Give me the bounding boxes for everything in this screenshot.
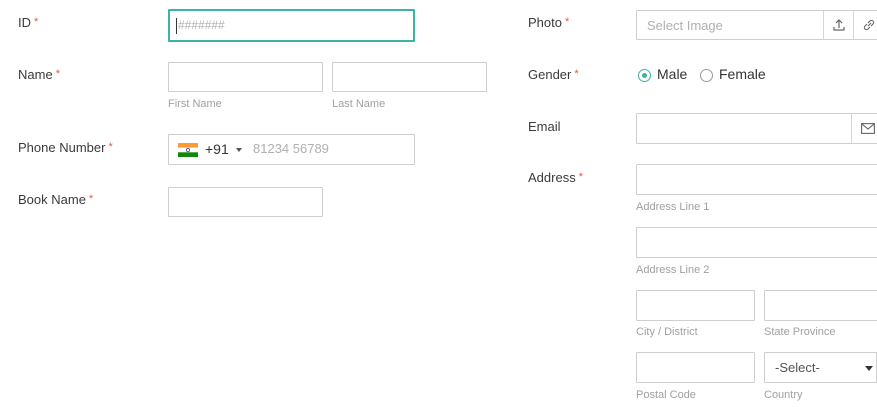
gender-label: Gender * [528, 67, 579, 82]
required-marker: * [108, 141, 113, 153]
last-name-input[interactable] [332, 62, 487, 92]
phone-input[interactable]: +91 81234 56789 [168, 134, 415, 165]
required-marker: * [578, 171, 583, 183]
last-name-hint: Last Name [332, 98, 386, 110]
id-label: ID * [18, 15, 38, 30]
required-marker: * [574, 68, 579, 80]
address-label: Address * [528, 170, 583, 185]
country-select-value: -Select- [775, 360, 820, 375]
address-label-text: Address [528, 170, 576, 185]
text-cursor [176, 18, 177, 34]
required-marker: * [564, 16, 570, 28]
id-label-text: ID [18, 15, 31, 30]
book-name-input[interactable] [168, 187, 323, 217]
chevron-down-icon [865, 366, 873, 371]
country-select[interactable]: -Select- [764, 352, 877, 383]
phone-placeholder: 81234 56789 [253, 141, 329, 156]
gender-female-radio[interactable] [700, 69, 713, 82]
address-line1-input[interactable] [636, 164, 877, 195]
name-label: Name * [18, 67, 60, 82]
photo-input[interactable]: Select Image [636, 10, 877, 40]
chevron-down-icon [236, 148, 242, 152]
required-marker: * [88, 193, 94, 205]
id-placeholder: ####### [178, 18, 225, 32]
photo-label-text: Photo [528, 15, 562, 30]
first-name-input[interactable] [168, 62, 323, 92]
required-marker: * [55, 68, 60, 80]
envelope-icon [853, 114, 877, 143]
phone-label: Phone Number * [18, 140, 113, 155]
country-code: +91 [205, 141, 229, 157]
country-hint: Country [764, 389, 803, 401]
first-name-hint: First Name [168, 98, 222, 110]
address-line2-hint: Address Line 2 [636, 264, 710, 276]
phone-label-text: Phone Number [18, 140, 106, 155]
required-marker: * [34, 16, 39, 28]
postal-code-input[interactable] [636, 352, 755, 383]
photo-label: Photo * [528, 15, 569, 30]
link-icon[interactable] [855, 11, 877, 39]
email-label-text: Email [528, 119, 561, 134]
gender-male-radio[interactable] [638, 69, 651, 82]
photo-placeholder: Select Image [647, 18, 723, 33]
city-hint: City / District [636, 326, 698, 338]
upload-icon[interactable] [825, 11, 853, 39]
india-flag-icon [178, 143, 198, 157]
book-name-label: Book Name * [18, 192, 93, 207]
name-label-text: Name [18, 67, 53, 82]
address-line2-input[interactable] [636, 227, 877, 258]
divider [853, 11, 854, 39]
email-input[interactable] [636, 113, 877, 144]
country-code-selector[interactable]: +91 [169, 135, 247, 164]
divider [823, 11, 824, 39]
id-input[interactable]: ####### [168, 9, 415, 42]
gender-male-label[interactable]: Male [657, 66, 687, 82]
state-hint: State Province [764, 326, 836, 338]
divider [851, 114, 852, 143]
gender-female-label[interactable]: Female [719, 66, 766, 82]
postal-code-hint: Postal Code [636, 389, 696, 401]
address-line1-hint: Address Line 1 [636, 201, 710, 213]
email-label: Email [528, 119, 561, 134]
gender-label-text: Gender [528, 67, 572, 82]
city-input[interactable] [636, 290, 755, 321]
state-input[interactable] [764, 290, 877, 321]
book-name-label-text: Book Name [18, 192, 86, 207]
